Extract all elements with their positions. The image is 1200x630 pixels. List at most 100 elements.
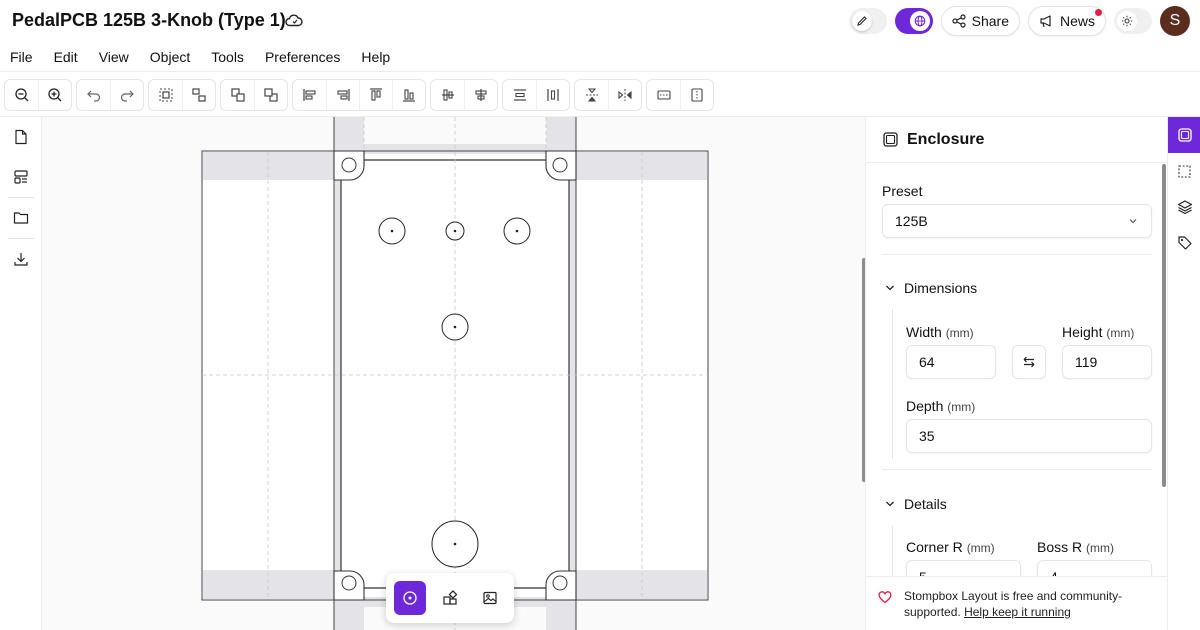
tab-tags[interactable] (1168, 225, 1200, 261)
bottom-flap-shade (576, 570, 707, 599)
notification-dot (1095, 9, 1102, 16)
distribute-horizontal-button[interactable] (503, 80, 536, 110)
top-flap-shade (203, 152, 334, 180)
panel-scrollbar[interactable] (1162, 164, 1166, 487)
properties-panel: Enclosure Preset 125B Dimensions Width (… (865, 117, 1167, 630)
height-label-text: Height (1062, 324, 1103, 340)
menu-view[interactable]: View (99, 49, 129, 65)
zoom-out-icon (14, 87, 28, 101)
align-bottom-icon (403, 88, 415, 102)
zoom-group (4, 78, 72, 111)
depth-input[interactable]: 35 (906, 419, 1152, 453)
depth-label: Depth (mm) (906, 398, 975, 414)
open-folder-button[interactable] (0, 198, 42, 238)
zoom-in-button[interactable] (38, 79, 71, 110)
cloud-sync-icon[interactable] (285, 13, 303, 27)
add-component-button[interactable] (434, 581, 466, 615)
menu-file[interactable]: File (10, 49, 33, 65)
height-input[interactable]: 119 (1062, 345, 1152, 379)
menu-preferences[interactable]: Preferences (265, 49, 340, 65)
tab-selection[interactable] (1168, 153, 1200, 189)
tab-enclosure[interactable] (1168, 117, 1200, 153)
support-link[interactable]: Help keep it running (964, 605, 1071, 619)
design-canvas[interactable] (42, 117, 865, 630)
distribute-vertical-icon (547, 88, 559, 101)
boss-corner-top-right (545, 150, 577, 181)
menu-object[interactable]: Object (150, 49, 190, 65)
align-left-button[interactable] (293, 80, 326, 110)
center-vertical-button[interactable] (680, 79, 713, 110)
hole-center (390, 229, 394, 233)
add-image-button[interactable] (474, 581, 506, 615)
center-group (646, 78, 714, 111)
swap-dimensions-button[interactable] (1012, 345, 1046, 379)
canvas-tool-bar (386, 573, 514, 623)
dimensions-section-toggle[interactable]: Dimensions (884, 280, 977, 296)
preset-select[interactable]: 125B (882, 204, 1152, 238)
tab-layers[interactable] (1168, 189, 1200, 225)
zoom-out-button[interactable] (5, 80, 38, 110)
templates-button[interactable] (0, 157, 42, 197)
ungroup-button[interactable] (182, 79, 215, 110)
layers-icon (1177, 200, 1192, 215)
center-vertical-icon (691, 87, 703, 102)
swap-icon (1023, 356, 1035, 368)
center-horizontal-button[interactable] (647, 80, 680, 110)
dimensions-label: Dimensions (904, 280, 978, 296)
download-button[interactable] (0, 239, 42, 279)
align-center-vertical-button[interactable] (464, 79, 497, 110)
new-file-button[interactable] (0, 117, 42, 157)
send-backward-icon (264, 87, 278, 102)
add-component-icon (443, 590, 458, 605)
share-button[interactable]: Share (940, 6, 1020, 36)
panel-title: Enclosure (907, 130, 985, 148)
select-all-button[interactable] (149, 80, 182, 110)
width-unit: (mm) (945, 326, 974, 340)
bring-forward-button[interactable] (221, 80, 254, 110)
enclosure-icon (883, 132, 898, 147)
menu-help[interactable]: Help (361, 49, 390, 65)
menu-tools[interactable]: Tools (211, 49, 244, 65)
depth-label-text: Depth (906, 398, 944, 414)
project-title[interactable]: PedalPCB 125B 3-Knob (Type 1) (12, 10, 286, 31)
theme-toggle[interactable] (1114, 8, 1152, 34)
menu-edit[interactable]: Edit (54, 49, 78, 65)
edit-mode-toggle[interactable] (848, 8, 887, 34)
width-input[interactable]: 64 (906, 345, 996, 379)
undo-button[interactable] (77, 80, 110, 110)
ungroup-icon (192, 87, 206, 102)
public-toggle[interactable] (894, 8, 933, 34)
panel-body: Preset 125B Dimensions Width (mm) 64 Hei… (866, 164, 1167, 594)
align-center-horizontal-icon (441, 88, 454, 101)
align-center-horizontal-button[interactable] (431, 80, 464, 110)
align-bottom-button[interactable] (392, 79, 425, 110)
distribute-vertical-button[interactable] (536, 79, 569, 110)
share-label: Share (971, 13, 1009, 29)
add-hole-button[interactable] (394, 581, 426, 615)
flip-horizontal-button[interactable] (608, 79, 641, 110)
section-divider (882, 254, 1152, 255)
panel-header: Enclosure (866, 117, 1167, 163)
redo-button[interactable] (110, 79, 143, 110)
enclosure-icon (1177, 128, 1192, 142)
align-top-button[interactable] (359, 79, 392, 110)
open-folder-icon (13, 212, 29, 224)
height-label: Height (mm) (1062, 324, 1134, 340)
center-horizontal-icon (656, 89, 671, 100)
flip-vertical-button[interactable] (575, 80, 608, 110)
details-section-toggle[interactable]: Details (884, 496, 947, 512)
news-button[interactable]: News (1027, 6, 1106, 36)
align-right-button[interactable] (326, 79, 359, 110)
hole-center (453, 229, 457, 233)
redo-icon (120, 90, 134, 102)
sun-icon (1121, 15, 1133, 27)
align-center-group (430, 78, 498, 111)
tags-icon (1177, 236, 1192, 250)
corner-radius-label: Corner R (mm) (906, 539, 995, 555)
boss-corner-bottom-left (333, 570, 365, 601)
distribute-group (502, 78, 570, 111)
pencil-icon (856, 16, 867, 26)
user-avatar[interactable]: S (1160, 6, 1190, 36)
send-backward-button[interactable] (254, 79, 287, 110)
selection-icon (1178, 164, 1191, 178)
